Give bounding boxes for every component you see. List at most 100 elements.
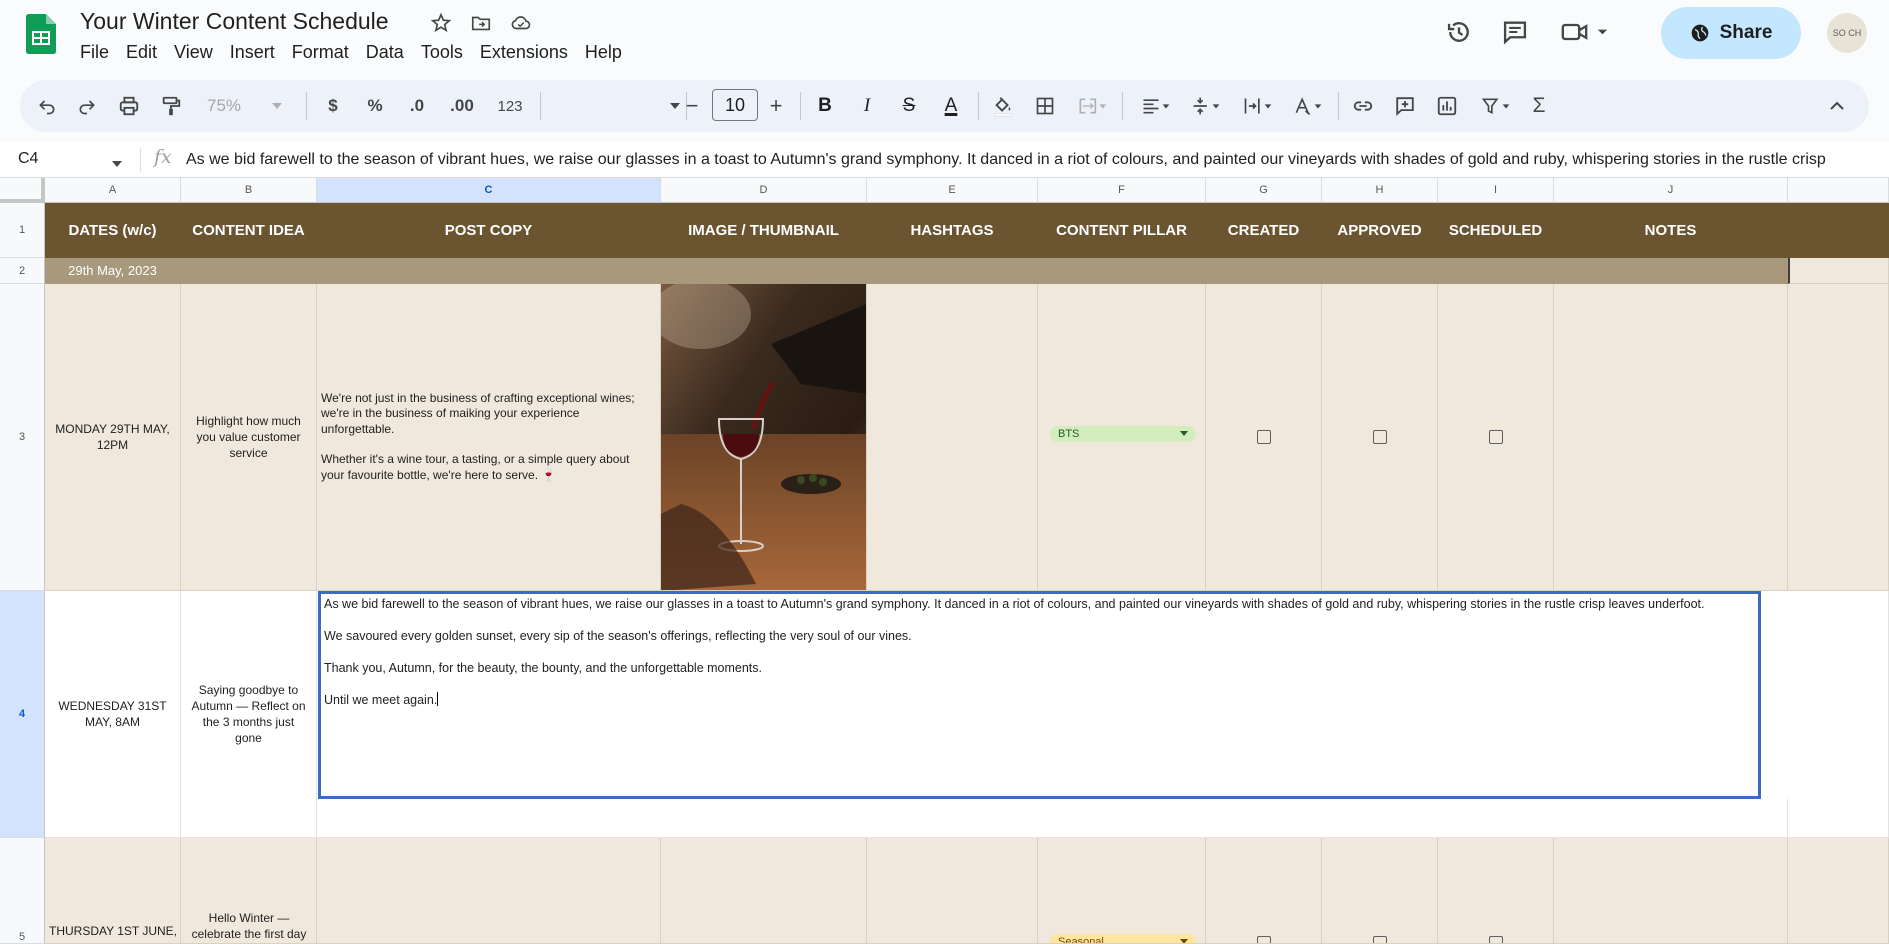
menu-insert[interactable]: Insert [230, 42, 284, 63]
column-header-d[interactable]: D [661, 178, 867, 203]
sheets-logo-icon[interactable] [26, 14, 56, 54]
zoom-dropdown-icon[interactable] [270, 90, 284, 122]
account-avatar[interactable]: SO CH [1827, 13, 1867, 53]
name-box-dropdown-icon[interactable] [112, 154, 122, 172]
row-header-5[interactable]: 5 [0, 838, 45, 944]
star-icon[interactable] [428, 10, 454, 36]
increase-font-size-button[interactable]: + [764, 90, 788, 122]
menu-file[interactable]: File [80, 42, 118, 63]
row5-extra[interactable] [1788, 838, 1889, 944]
menu-view[interactable]: View [174, 42, 222, 63]
header-notes[interactable]: NOTES [1554, 203, 1788, 258]
menu-tools[interactable]: Tools [421, 42, 472, 63]
redo-icon[interactable] [72, 90, 102, 122]
insert-chart-icon[interactable] [1432, 90, 1462, 122]
row4-extra[interactable] [1788, 591, 1889, 838]
row4-date[interactable]: WEDNESDAY 31ST MAY, 8AM [45, 591, 181, 838]
bold-button[interactable]: B [810, 90, 840, 122]
row3-image-cell[interactable] [661, 284, 867, 591]
decrease-font-size-button[interactable]: − [680, 90, 704, 122]
row5-created-checkbox[interactable] [1257, 936, 1271, 943]
header-post-copy[interactable]: POST COPY [317, 203, 661, 258]
menu-format[interactable]: Format [292, 42, 358, 63]
header-content-pillar[interactable]: CONTENT PILLAR [1038, 203, 1206, 258]
insert-link-icon[interactable] [1348, 90, 1378, 122]
version-history-icon[interactable] [1443, 16, 1475, 48]
functions-button[interactable]: Σ [1524, 90, 1554, 122]
menu-edit[interactable]: Edit [126, 42, 166, 63]
week-label-cell[interactable]: 29th May, 2023 [45, 258, 181, 284]
font-size-input[interactable]: 10 [712, 89, 758, 121]
document-title[interactable]: Your Winter Content Schedule [80, 8, 389, 35]
italic-button[interactable]: I [852, 90, 882, 122]
horizontal-align-icon[interactable] [1134, 90, 1178, 122]
cloud-saved-icon[interactable] [508, 10, 534, 36]
menu-data[interactable]: Data [366, 42, 413, 63]
row-header-4[interactable]: 4 [0, 591, 45, 838]
row-header-3[interactable]: 3 [0, 284, 45, 591]
filter-icon[interactable] [1474, 90, 1518, 122]
strikethrough-button[interactable]: S [894, 90, 924, 122]
column-header-c[interactable]: C [317, 178, 661, 203]
row3-notes[interactable] [1554, 284, 1788, 591]
row5-pillar-cell[interactable]: Seasonal [1038, 838, 1206, 944]
merge-cells-icon[interactable] [1072, 90, 1112, 122]
row5-pillar-chip[interactable]: Seasonal [1050, 934, 1196, 943]
menu-extensions[interactable]: Extensions [480, 42, 577, 63]
row3-idea[interactable]: Highlight how much you value customer se… [181, 284, 317, 591]
column-header-g[interactable]: G [1206, 178, 1322, 203]
percent-format-button[interactable]: % [362, 90, 388, 122]
row3-extra[interactable] [1788, 284, 1889, 591]
decrease-decimal-button[interactable]: .0 [402, 90, 432, 122]
number-format-button[interactable]: 123 [490, 90, 530, 122]
row5-notes[interactable] [1554, 838, 1788, 944]
print-icon[interactable] [114, 90, 144, 122]
column-header-i[interactable]: I [1438, 178, 1554, 203]
header-image-thumbnail[interactable]: IMAGE / THUMBNAIL [661, 203, 867, 258]
header-extra[interactable] [1788, 203, 1889, 258]
column-header-a[interactable]: A [45, 178, 181, 203]
header-created[interactable]: CREATED [1206, 203, 1322, 258]
text-rotation-icon[interactable] [1286, 90, 1330, 122]
spreadsheet-grid[interactable]: A B C D E F G H I J 1 2 3 4 5 DATES (w/c… [0, 178, 1889, 944]
row4-filler[interactable] [317, 799, 1788, 838]
row3-hashtags[interactable] [867, 284, 1038, 591]
vertical-align-icon[interactable] [1184, 90, 1228, 122]
active-cell-editor[interactable]: As we bid farewell to the season of vibr… [318, 591, 1761, 799]
row3-pillar-cell[interactable]: BTS [1038, 284, 1206, 591]
undo-icon[interactable] [32, 90, 62, 122]
row5-hashtags[interactable] [867, 838, 1038, 944]
row3-approved-checkbox[interactable] [1372, 430, 1387, 444]
week-band[interactable] [181, 258, 1788, 284]
column-header-b[interactable]: B [181, 178, 317, 203]
paint-format-icon[interactable] [156, 90, 186, 122]
font-family-dropdown[interactable] [550, 90, 680, 122]
row3-created-checkbox[interactable] [1256, 430, 1271, 444]
week-band-extra[interactable] [1788, 258, 1889, 284]
meet-icon[interactable] [1559, 16, 1619, 48]
row3-post-copy[interactable]: We're not just in the business of crafti… [317, 284, 661, 591]
borders-icon[interactable] [1030, 90, 1060, 122]
header-hashtags[interactable]: HASHTAGS [867, 203, 1038, 258]
menu-help[interactable]: Help [585, 42, 631, 63]
column-header-j[interactable]: J [1554, 178, 1788, 203]
insert-comment-icon[interactable] [1390, 90, 1420, 122]
share-button[interactable]: Share [1661, 7, 1801, 59]
row5-post-copy[interactable] [317, 838, 661, 944]
comments-icon[interactable] [1499, 16, 1531, 48]
header-scheduled[interactable]: SCHEDULED [1438, 203, 1554, 258]
formula-input[interactable]: As we bid farewell to the season of vibr… [186, 151, 1876, 169]
row5-approved-checkbox[interactable] [1373, 936, 1387, 943]
row3-pillar-chip[interactable]: BTS [1050, 426, 1196, 442]
row3-date[interactable]: MONDAY 29TH MAY, 12PM [45, 284, 181, 591]
text-wrapping-icon[interactable] [1236, 90, 1280, 122]
header-approved[interactable]: APPROVED [1322, 203, 1438, 258]
header-content-idea[interactable]: CONTENT IDEA [181, 203, 317, 258]
currency-format-button[interactable]: $ [320, 90, 346, 122]
row5-idea[interactable]: Hello Winter — celebrate the first day [181, 838, 317, 944]
text-color-button[interactable]: A [936, 90, 966, 122]
row5-date[interactable]: THURSDAY 1ST JUNE, [45, 838, 181, 944]
row4-idea[interactable]: Saying goodbye to Autumn — Reflect on th… [181, 591, 317, 838]
row-header-1[interactable]: 1 [0, 203, 45, 258]
row-header-2[interactable]: 2 [0, 258, 45, 284]
